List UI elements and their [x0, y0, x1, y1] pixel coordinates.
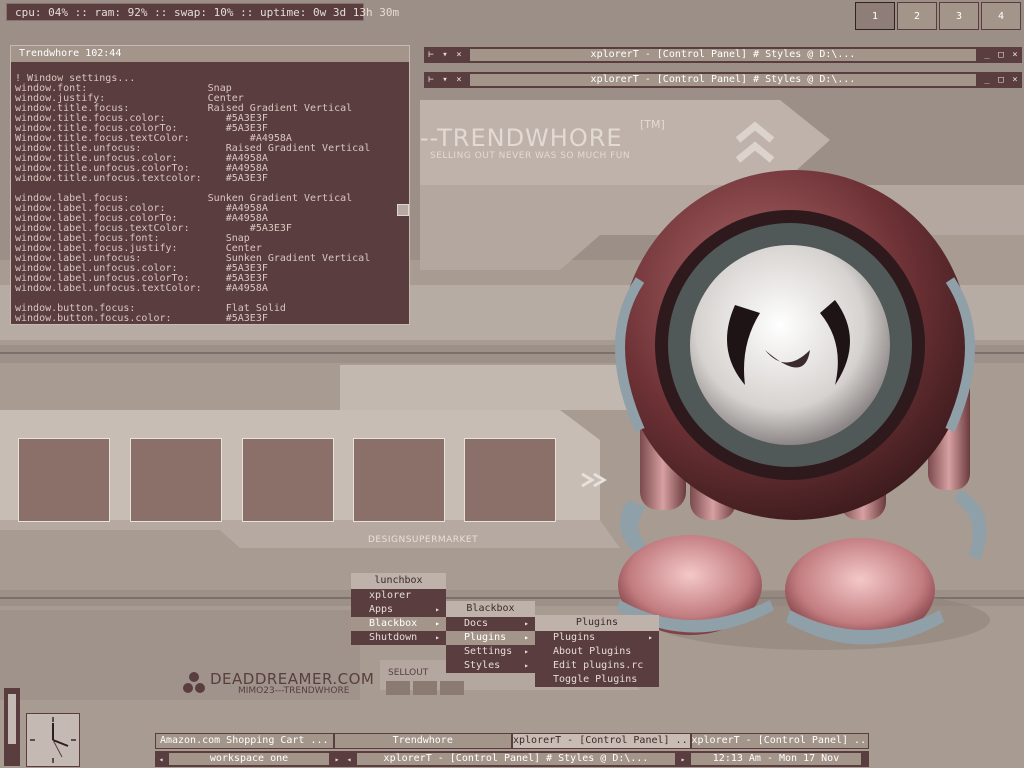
menu-item-plugins[interactable]: Plugins ▸: [446, 631, 535, 645]
pin-icon[interactable]: ⊢: [424, 48, 438, 62]
menu-down-icon[interactable]: ▾: [438, 48, 452, 62]
menu-item-label: About Plugins: [553, 646, 632, 657]
submenu-arrow-icon: ▸: [524, 619, 529, 628]
menu-item-label: Styles: [464, 660, 501, 671]
plugins-submenu-title: Plugins: [535, 615, 659, 631]
menu-item-label: Plugins: [553, 632, 596, 643]
minimize-icon[interactable]: _: [980, 73, 994, 87]
menu-item-label: Settings: [464, 646, 513, 657]
menu-item-label: Apps: [369, 604, 394, 615]
analog-clock-icon: [26, 713, 80, 767]
submenu-arrow-icon: ▸: [524, 633, 529, 642]
task-trendwhore[interactable]: Trendwhore: [334, 734, 511, 748]
submenu-arrow-icon: ▸: [648, 633, 653, 642]
menu-item-label: Blackbox: [369, 618, 418, 629]
blackbox-submenu-title: Blackbox: [446, 601, 535, 617]
system-status-bar: cpu: 04% :: ram: 92% :: swap: 10% :: upt…: [6, 3, 399, 21]
terminal-line: window.button.focus.color: #5A3E3F: [15, 313, 268, 324]
terminal-line: window.title.unfocus.textcolor: #5A3E3F: [15, 173, 268, 184]
plugins-submenu[interactable]: Plugins Plugins ▸ About Plugins Edit plug…: [535, 615, 659, 687]
blackbox-submenu[interactable]: Blackbox Docs ▸ Plugins ▸ Settings ▸ Styles…: [446, 601, 535, 673]
submenu-arrow-icon: ▸: [435, 619, 440, 628]
workspace-next-icon[interactable]: ▸: [331, 755, 343, 764]
terminal-text: ! Window settings... window.font: Snap win…: [15, 74, 395, 324]
terminal-window[interactable]: Trendwhore 102:44 ! Window settings... wi…: [10, 45, 410, 325]
root-menu[interactable]: lunchbox xplorer Apps ▸ Blackbox ▸ Shutdow…: [351, 573, 446, 645]
submenu-arrow-icon: ▸: [524, 661, 529, 670]
tray-slider-track: [8, 694, 16, 744]
close-icon[interactable]: ×: [1008, 73, 1022, 87]
trademark-label: [TM]: [640, 118, 665, 131]
sellout-label: SELLOUT: [388, 668, 429, 678]
robot-thumbnail-1: [18, 438, 110, 522]
workspace-4-button[interactable]: 4: [981, 2, 1021, 30]
menu-item-apps[interactable]: Apps ▸: [351, 603, 446, 617]
submenu-arrow-icon: ▸: [435, 605, 440, 614]
task-amazon-cart[interactable]: Amazon.com Shopping Cart ...: [156, 734, 333, 748]
menu-item-label: Plugins: [464, 632, 507, 643]
workspace-label[interactable]: workspace one: [169, 753, 329, 765]
explorer-window-1-titlebar[interactable]: ⊢ ▾ × xplorerT - [Control Panel] # Style…: [424, 47, 1022, 63]
maximize-icon[interactable]: □: [994, 73, 1008, 87]
task-xplorer-1[interactable]: xplorerT - [Control Panel] ...: [513, 734, 690, 748]
terminal-title: Trendwhore 102:44: [11, 46, 409, 62]
toolbar: ◂ workspace one ▸ ◂ xplorerT - [Control …: [155, 751, 869, 767]
workspace-1-button[interactable]: 1: [855, 2, 895, 30]
menu-item-label: Toggle Plugins: [553, 674, 638, 685]
menu-item-label: Shutdown: [369, 632, 418, 643]
designer-credit: DESIGNSUPERMARKET: [368, 535, 479, 545]
clock-label: 12:13 Am - Mon 17 Nov: [691, 753, 861, 765]
maximize-icon[interactable]: □: [994, 48, 1008, 62]
workspace-prev-icon[interactable]: ◂: [155, 755, 167, 764]
minimize-icon[interactable]: _: [980, 48, 994, 62]
menu-item-blackbox[interactable]: Blackbox ▸: [351, 617, 446, 631]
robot-thumbnail-5: [464, 438, 556, 522]
task-xplorer-2[interactable]: xplorerT - [Control Panel] ...: [691, 734, 868, 748]
explorer-window-1-title: xplorerT - [Control Panel] # Styles @ D:…: [470, 49, 976, 61]
robot-thumbnail-3: [242, 438, 334, 522]
explorer-window-2-titlebar[interactable]: ⊢ ▾ × xplorerT - [Control Panel] # Style…: [424, 72, 1022, 88]
pin-icon[interactable]: ⊢: [424, 73, 438, 87]
menu-item-plugins-sub[interactable]: Plugins ▸: [535, 631, 659, 645]
submenu-arrow-icon: ▸: [524, 647, 529, 656]
menu-item-settings[interactable]: Settings ▸: [446, 645, 535, 659]
trendwhore-logo: --TRENDWHORE: [420, 124, 623, 152]
menu-item-shutdown[interactable]: Shutdown ▸: [351, 631, 446, 645]
system-tray-slider[interactable]: [4, 688, 20, 766]
workspace-2-button[interactable]: 2: [897, 2, 937, 30]
robot-thumbnail-4: [353, 438, 445, 522]
menu-item-styles[interactable]: Styles ▸: [446, 659, 535, 673]
robot-thumbnail-2: [130, 438, 222, 522]
workspace-3-button[interactable]: 3: [939, 2, 979, 30]
close-icon[interactable]: ×: [1008, 48, 1022, 62]
window-prev-icon[interactable]: ◂: [343, 755, 355, 764]
close-small-icon[interactable]: ×: [452, 48, 466, 62]
menu-item-toggle-plugins[interactable]: Toggle Plugins: [535, 673, 659, 687]
window-next-icon[interactable]: ▸: [677, 755, 689, 764]
menu-item-docs[interactable]: Docs ▸: [446, 617, 535, 631]
tagline: SELLING OUT NEVER WAS SO MUCH FUN: [430, 151, 631, 161]
menu-down-icon[interactable]: ▾: [438, 73, 452, 87]
menu-item-edit-plugins-rc[interactable]: Edit plugins.rc: [535, 659, 659, 673]
menu-item-label: xplorer: [369, 590, 412, 601]
menu-item-label: Edit plugins.rc: [553, 660, 644, 671]
terminal-line: window.label.unfocus.textColor: #A4958A: [15, 283, 268, 294]
menu-item-about-plugins[interactable]: About Plugins: [535, 645, 659, 659]
taskbar: Amazon.com Shopping Cart ... Trendwhore …: [155, 733, 869, 749]
root-menu-title: lunchbox: [351, 573, 446, 589]
workspace-pager: 1 2 3 4: [855, 2, 1024, 32]
submenu-arrow-icon: ▸: [435, 633, 440, 642]
author-credit: MIMO23---TRENDWHORE: [238, 686, 350, 696]
close-small-icon[interactable]: ×: [452, 73, 466, 87]
explorer-window-2-title: xplorerT - [Control Panel] # Styles @ D:…: [470, 74, 976, 86]
terminal-scrollbar[interactable]: [397, 204, 409, 216]
current-window-label[interactable]: xplorerT - [Control Panel] # Styles @ D:…: [357, 753, 675, 765]
menu-item-label: Docs: [464, 618, 489, 629]
menu-item-xplorer[interactable]: xplorer: [351, 589, 446, 603]
